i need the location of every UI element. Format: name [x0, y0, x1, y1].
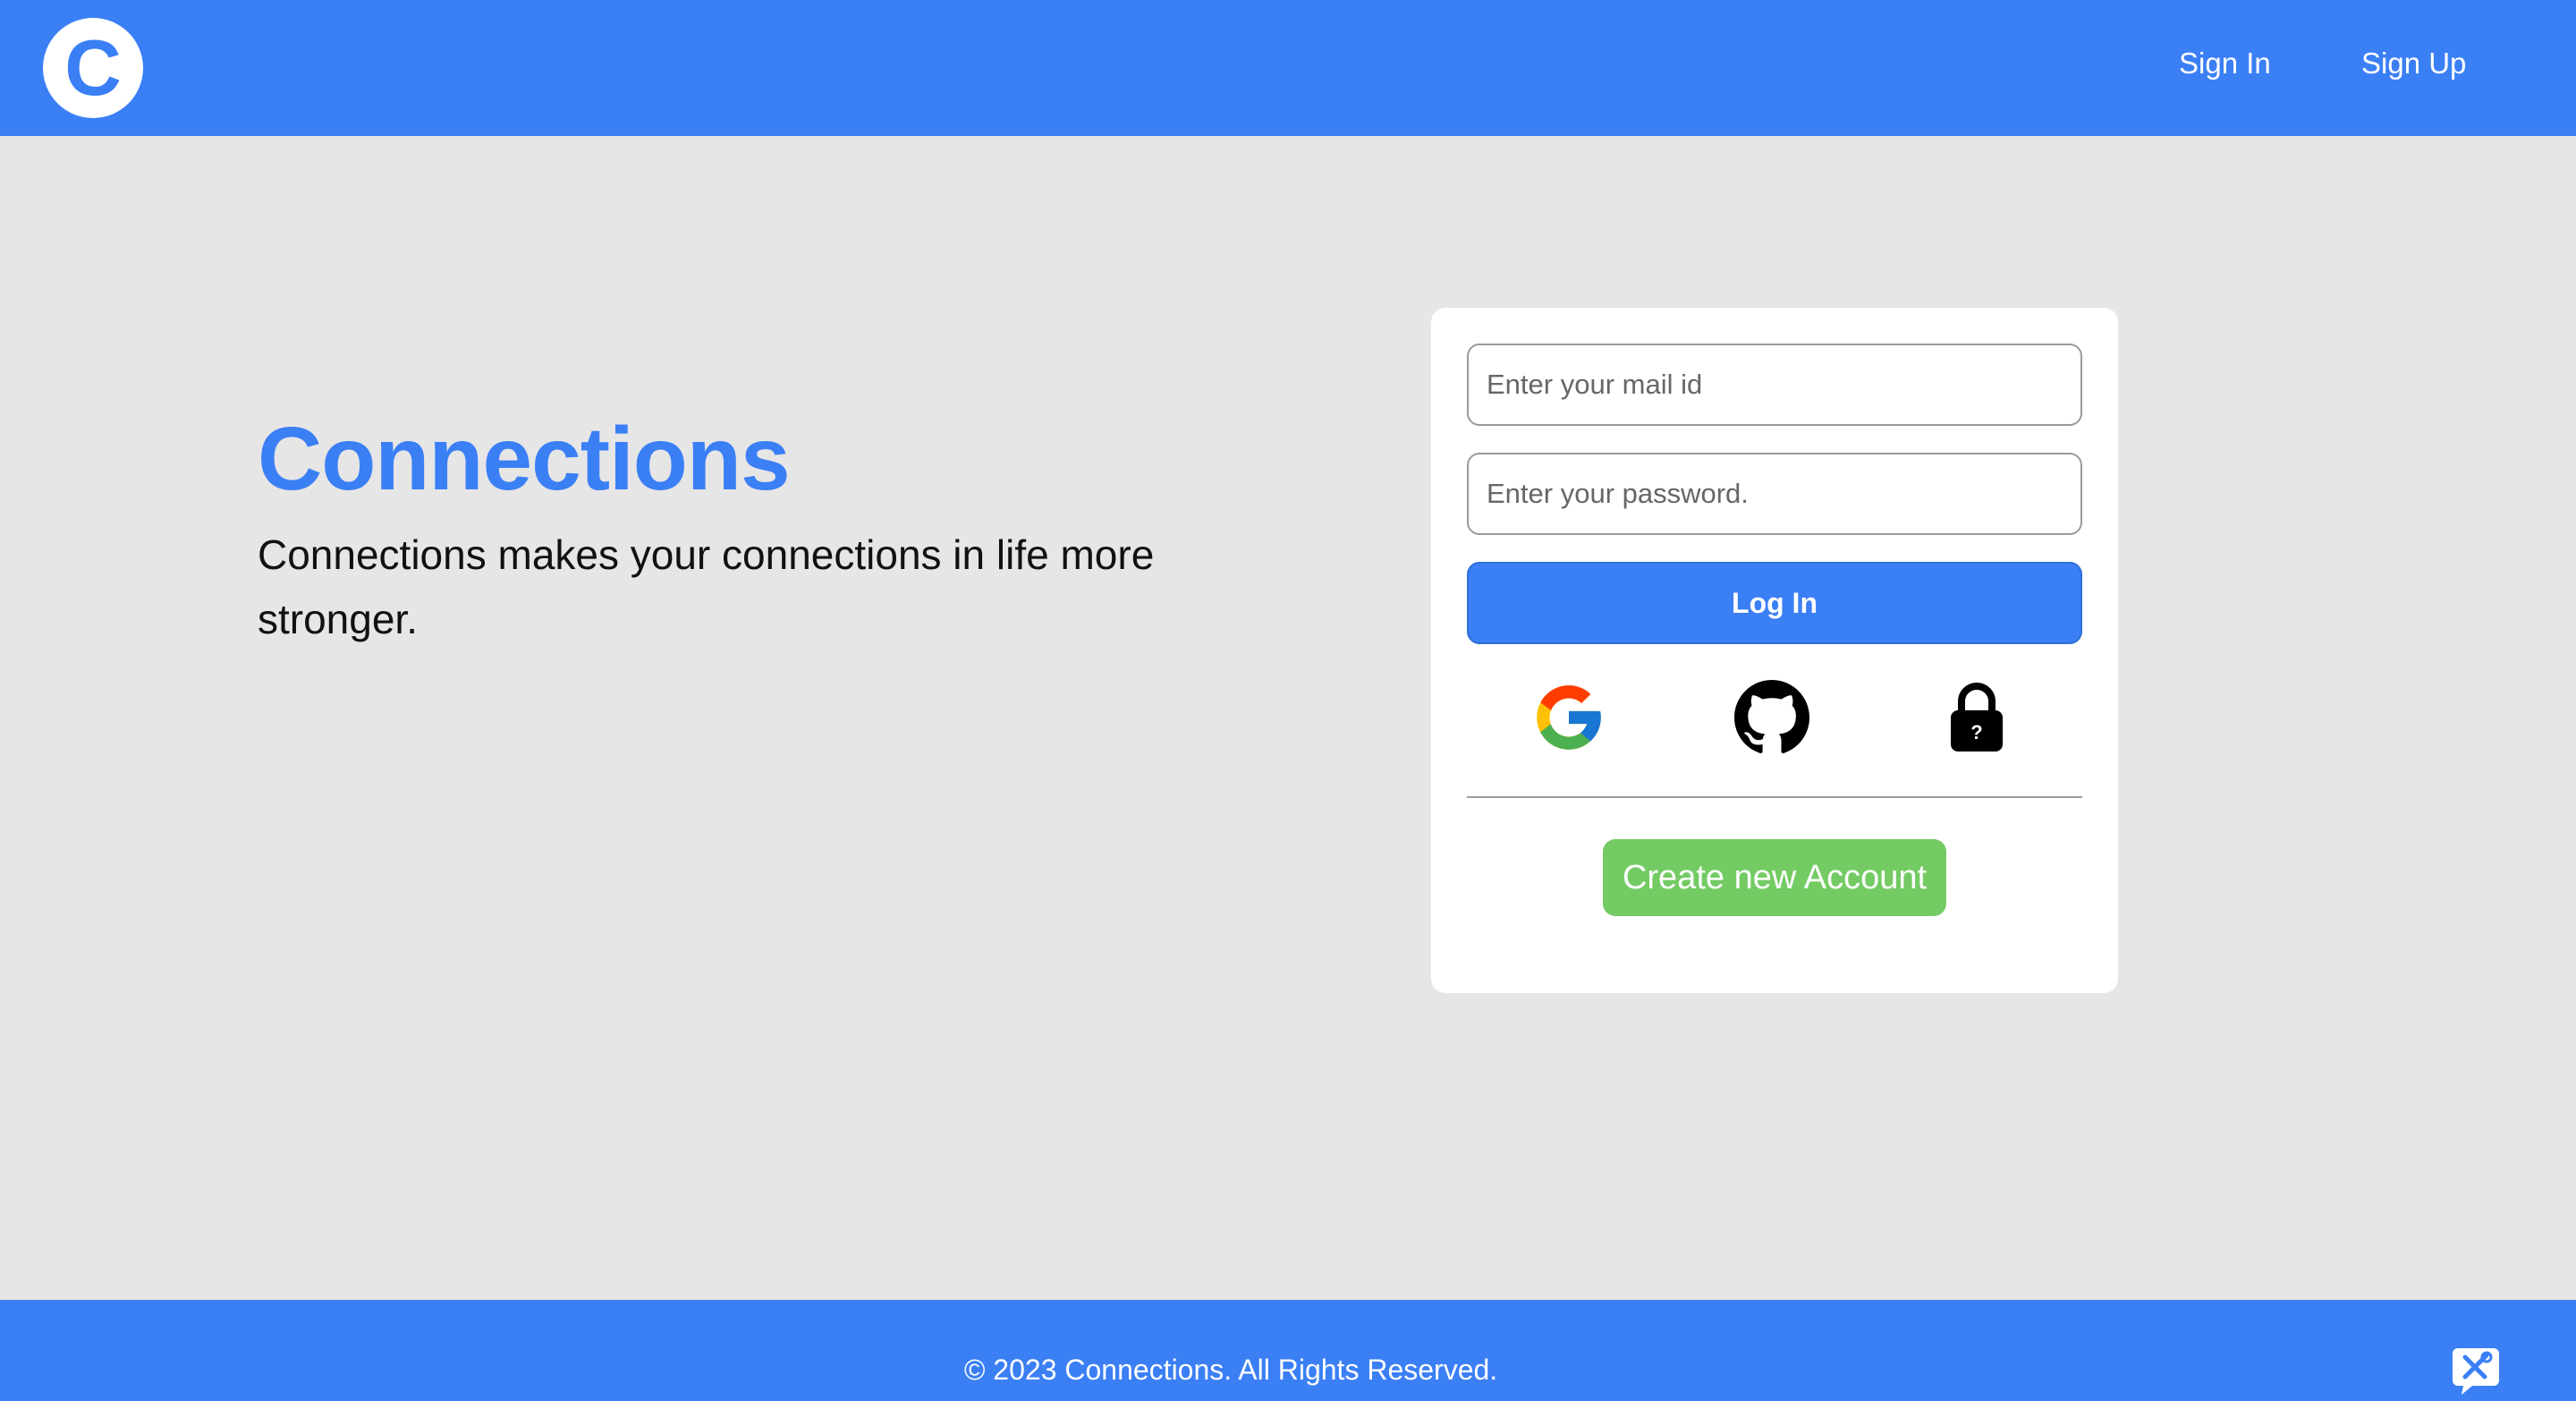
- google-login-button[interactable]: [1528, 676, 1610, 759]
- hero-title: Connections: [258, 409, 791, 509]
- tools-icon: [2453, 1348, 2499, 1395]
- tools-chat-icon[interactable]: [2451, 1346, 2501, 1397]
- svg-text:?: ?: [1970, 721, 1982, 743]
- logo-letter: C: [64, 23, 122, 112]
- app-logo[interactable]: C: [43, 18, 143, 118]
- footer-copyright: © 2023 Connections. All Rights Reserved.: [963, 1354, 1498, 1386]
- page: C Sign In Sign Up Connections Connection…: [0, 0, 2576, 1401]
- github-icon: [1734, 680, 1809, 753]
- lock-question-icon: ?: [1951, 683, 2003, 751]
- forgot-password-button[interactable]: ?: [1936, 676, 2018, 759]
- nav-sign-up-link[interactable]: Sign Up: [2361, 47, 2466, 81]
- email-input[interactable]: [1467, 344, 2082, 426]
- nav-sign-in-link[interactable]: Sign In: [2179, 47, 2271, 81]
- hero-tagline: Connections makes your connections in li…: [258, 531, 1155, 642]
- top-navbar: C Sign In Sign Up: [0, 0, 2576, 136]
- card-divider: [1467, 796, 2082, 798]
- github-login-button[interactable]: [1731, 676, 1813, 759]
- password-input[interactable]: [1467, 453, 2082, 535]
- create-new-account-button[interactable]: Create new Account: [1603, 839, 1946, 916]
- log-in-button[interactable]: Log In: [1467, 562, 2082, 644]
- login-card: Log In ? Create new Account: [1431, 308, 2118, 993]
- footer: © 2023 Connections. All Rights Reserved.: [0, 1300, 2576, 1401]
- google-icon: [1537, 685, 1601, 750]
